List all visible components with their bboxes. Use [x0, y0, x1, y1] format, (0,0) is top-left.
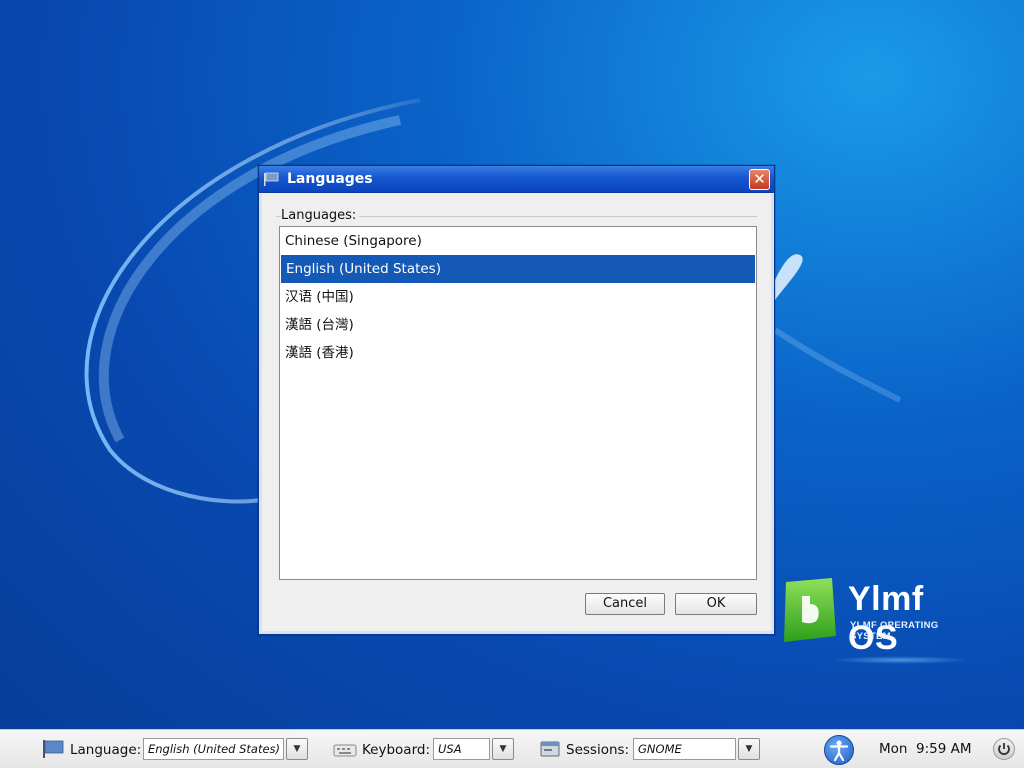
sessions-combo[interactable]: GNOME — [633, 738, 736, 760]
accessibility-icon[interactable] — [824, 735, 854, 765]
list-item-chinese-singapore[interactable]: Chinese (Singapore) — [280, 227, 756, 255]
list-item-chinese-taiwan[interactable]: 漢語 (台灣) — [280, 311, 756, 339]
logo-subtitle: YLMF OPERATING SYSTEM — [850, 620, 939, 642]
close-icon: ✕ — [753, 170, 766, 188]
chevron-down-icon: ▼ — [499, 744, 507, 754]
keyboard-combo[interactable]: USA — [433, 738, 490, 760]
language-flag-icon[interactable] — [42, 739, 64, 763]
sessions-label: Sessions: — [566, 741, 630, 758]
dialog-body: Languages: Chinese (Singapore) English (… — [259, 194, 774, 634]
logo-name: Ylmf OS — [848, 580, 924, 657]
languages-list[interactable]: Chinese (Singapore) English (United Stat… — [279, 226, 757, 580]
logo-glow — [830, 656, 970, 664]
language-combo[interactable]: English (United States) — [143, 738, 284, 760]
dialog-title: Languages — [287, 171, 373, 187]
close-button[interactable]: ✕ — [749, 169, 770, 190]
cancel-button[interactable]: Cancel — [585, 593, 665, 615]
flag-icon — [263, 172, 279, 186]
clock: Mon 9:59 AM — [879, 741, 972, 757]
list-item-english-us[interactable]: English (United States) — [281, 255, 755, 283]
list-item-chinese-china[interactable]: 汉语 (中国) — [280, 283, 756, 311]
languages-list-label: Languages: — [281, 208, 360, 223]
language-dropdown-button[interactable]: ▼ — [286, 738, 308, 760]
chevron-down-icon: ▼ — [745, 744, 753, 754]
session-icon — [540, 740, 560, 762]
sessions-dropdown-button[interactable]: ▼ — [738, 738, 760, 760]
ok-button[interactable]: OK — [675, 593, 757, 615]
dialog-titlebar[interactable]: Languages ✕ — [259, 166, 774, 193]
language-label: Language: — [70, 741, 142, 758]
keyboard-label: Keyboard: — [362, 741, 431, 758]
chevron-down-icon: ▼ — [293, 744, 301, 754]
login-panel: Language: English (United States) ▼ Keyb… — [0, 729, 1024, 768]
keyboard-icon — [333, 742, 357, 762]
languages-dialog: Languages ✕ Languages: Chinese (Singapor… — [258, 165, 775, 635]
list-item-chinese-hongkong[interactable]: 漢語 (香港) — [280, 339, 756, 367]
power-icon[interactable] — [993, 738, 1015, 760]
keyboard-dropdown-button[interactable]: ▼ — [492, 738, 514, 760]
ylmf-logo: Ylmf OS YLMF OPERATING SYSTEM — [780, 576, 980, 666]
logo-mark-icon — [780, 576, 838, 644]
